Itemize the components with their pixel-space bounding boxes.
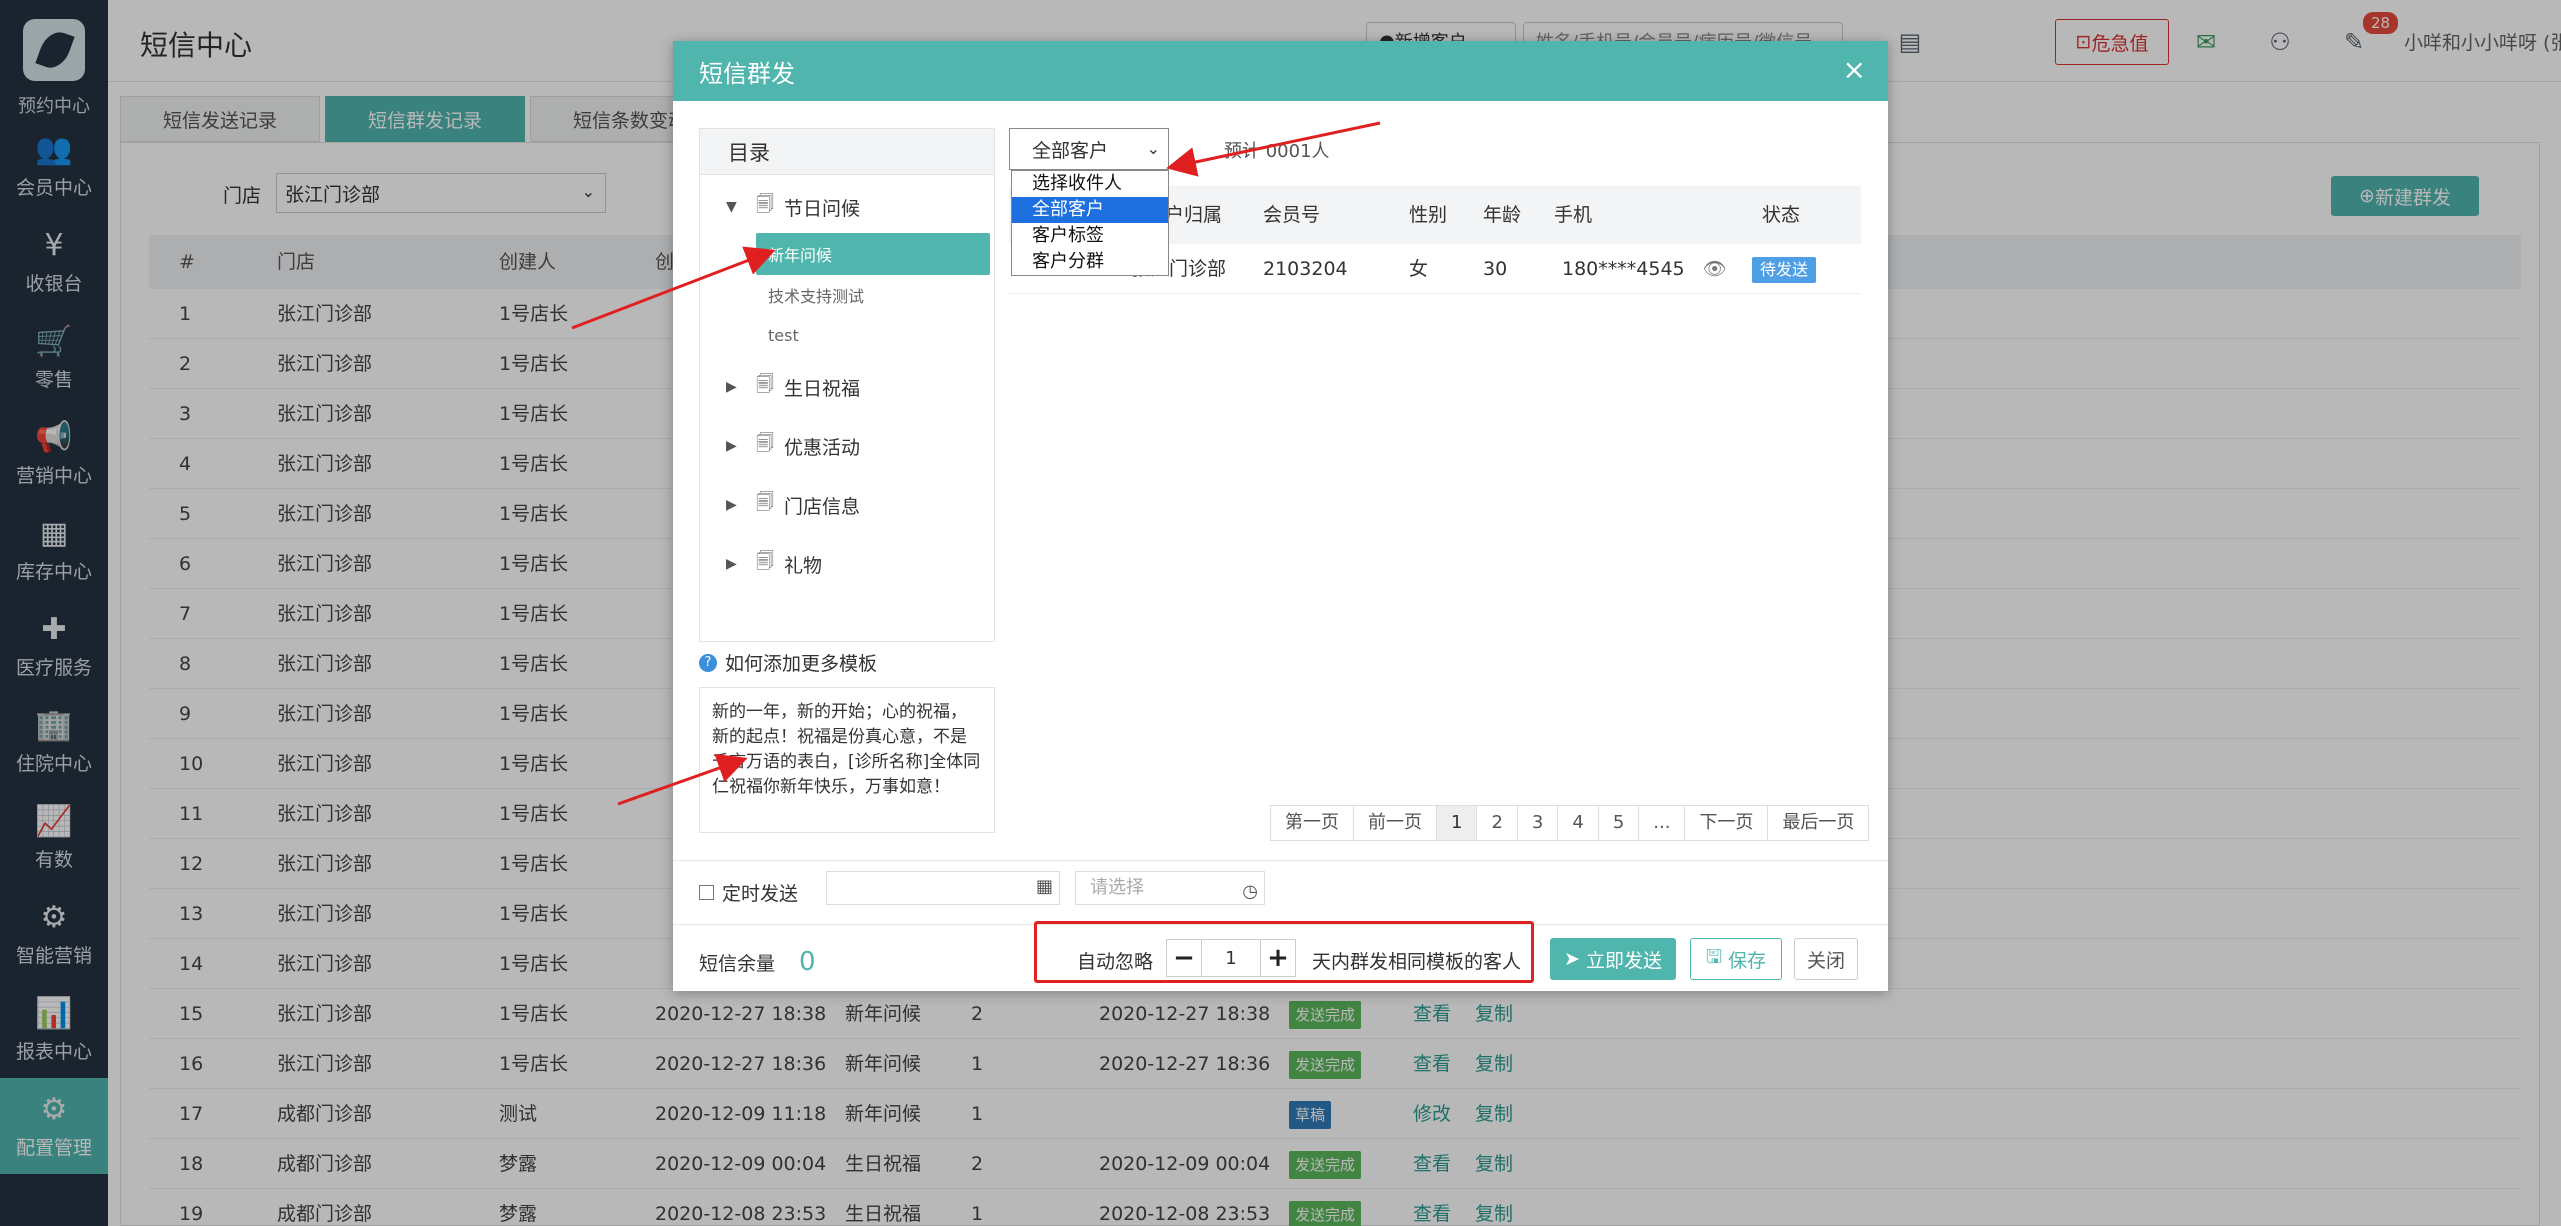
tree-node-promo[interactable]: ▶ 🗐 优惠活动 — [726, 431, 860, 461]
tree-node-birthday[interactable]: ▶ 🗐 生日祝福 — [726, 372, 860, 402]
col-phone: 手机 — [1554, 204, 1593, 226]
recipient-dropdown: 选择收件人 全部客户 客户标签 客户分群 — [1011, 170, 1169, 276]
divider — [673, 860, 1888, 861]
caret-right-icon: ▶ — [726, 379, 737, 395]
pagination: 第一页 前一页 1 2 3 4 5... 下一页 最后一页 — [1270, 805, 1870, 841]
recipient-select[interactable]: 全部客户 ⌄ — [1009, 128, 1169, 170]
save-button[interactable]: 🖫 保存 — [1690, 938, 1782, 980]
increment-button[interactable]: + — [1260, 939, 1296, 977]
chevron-down-icon: ⌄ — [1146, 139, 1160, 158]
decrement-button[interactable]: − — [1166, 939, 1202, 977]
template-directory: 目录 ▼ 🗐 节日问候 新年问候 技术支持测试 test ▶ 🗐 生日祝福 ▶ 🗐 优惠活动… — [699, 128, 995, 642]
modal-header: 短信群发 × — [673, 41, 1888, 101]
caret-down-icon: ▼ — [726, 199, 737, 215]
col-store: 户归属 — [1165, 204, 1223, 226]
cell-phone: 180****4545 👁 — [1562, 258, 1727, 280]
tree-leaf-tech-test[interactable]: 技术支持测试 — [756, 280, 990, 310]
page-button[interactable]: 下一页 — [1685, 806, 1769, 840]
folder-icon: 🗐 — [756, 492, 774, 513]
timed-send-toggle[interactable]: 定时发送 — [699, 879, 798, 906]
folder-icon: 🗐 — [756, 433, 774, 454]
caret-right-icon: ▶ — [726, 438, 737, 454]
send-icon: ➤ — [1564, 948, 1586, 970]
time-input[interactable]: 请选择 ◷ — [1075, 871, 1265, 905]
page-button[interactable]: ... — [1639, 806, 1686, 840]
folder-icon: 🗐 — [756, 194, 774, 215]
add-template-help-link[interactable]: ? 如何添加更多模板 — [699, 649, 877, 676]
col-age: 年龄 — [1483, 204, 1522, 226]
cell-age: 30 — [1483, 258, 1508, 280]
page-button[interactable]: 4 — [1558, 806, 1599, 840]
option-all-customers[interactable]: 全部客户 — [1012, 197, 1168, 223]
sms-balance-value: 0 — [799, 947, 816, 977]
ignore-suffix-label: 天内群发相同模板的客人 — [1312, 951, 1522, 973]
tree-leaf-test[interactable]: test — [756, 320, 990, 350]
cell-gender: 女 — [1409, 258, 1429, 280]
option-customer-tags[interactable]: 客户标签 — [1012, 223, 1168, 249]
tree-node-store-info[interactable]: ▶ 🗐 门店信息 — [726, 490, 860, 520]
ignore-label: 自动忽略 — [1077, 951, 1154, 973]
cell-member: 2103204 — [1263, 258, 1348, 280]
page-button[interactable]: 2 — [1477, 806, 1518, 840]
close-button[interactable]: 关闭 — [1794, 938, 1858, 980]
page-button[interactable]: 最后一页 — [1768, 806, 1868, 840]
tree-leaf-new-year[interactable]: 新年问候 — [756, 233, 990, 275]
folder-icon: 🗐 — [756, 374, 774, 395]
sms-batch-modal: 短信群发 × 目录 ▼ 🗐 节日问候 新年问候 技术支持测试 test ▶ 🗐 生日祝福… — [673, 41, 1888, 991]
page-button[interactable]: 3 — [1518, 806, 1559, 840]
send-now-button[interactable]: ➤ 立即发送 — [1550, 938, 1676, 980]
question-icon: ? — [699, 653, 717, 672]
pending-badge: 待发送 — [1752, 256, 1817, 283]
caret-right-icon: ▶ — [726, 497, 737, 513]
ignore-days-input[interactable]: 1 — [1202, 939, 1260, 977]
page-button[interactable]: 5 — [1599, 806, 1640, 840]
col-gender: 性别 — [1409, 204, 1448, 226]
option-customer-groups[interactable]: 客户分群 — [1012, 249, 1168, 275]
tree-node-gift[interactable]: ▶ 🗐 礼物 — [726, 549, 822, 579]
option-choose-recipient[interactable]: 选择收件人 — [1012, 171, 1168, 197]
template-preview: 新的一年，新的开始；心的祝福，新的起点！祝福是份真心意，不是千言万语的表白，[诊… — [699, 687, 995, 833]
save-icon: 🖫 — [1705, 946, 1729, 968]
checkbox[interactable] — [699, 885, 714, 900]
close-icon[interactable]: × — [1843, 53, 1866, 86]
cell-status: 待发送 — [1752, 244, 1817, 294]
recipient-count: 预计 0001人 — [1224, 141, 1330, 162]
tree-node-holiday[interactable]: ▼ 🗐 节日问候 — [726, 192, 860, 222]
caret-right-icon: ▶ — [726, 556, 737, 572]
sms-balance: 短信余量 0 — [699, 947, 816, 977]
directory-title: 目录 — [700, 129, 994, 175]
page-button[interactable]: 第一页 — [1271, 806, 1354, 840]
calendar-icon: ▦ — [1035, 876, 1053, 897]
eye-icon[interactable]: 👁 — [1703, 258, 1727, 280]
modal-title: 短信群发 — [699, 59, 795, 88]
date-input[interactable]: ▦ — [826, 871, 1060, 905]
folder-icon: 🗐 — [756, 551, 774, 572]
col-status: 状态 — [1762, 204, 1801, 226]
col-member: 会员号 — [1263, 204, 1321, 226]
page-button[interactable]: 1 — [1437, 806, 1478, 840]
page-button[interactable]: 前一页 — [1354, 806, 1437, 840]
clock-icon: ◷ — [1242, 881, 1258, 902]
